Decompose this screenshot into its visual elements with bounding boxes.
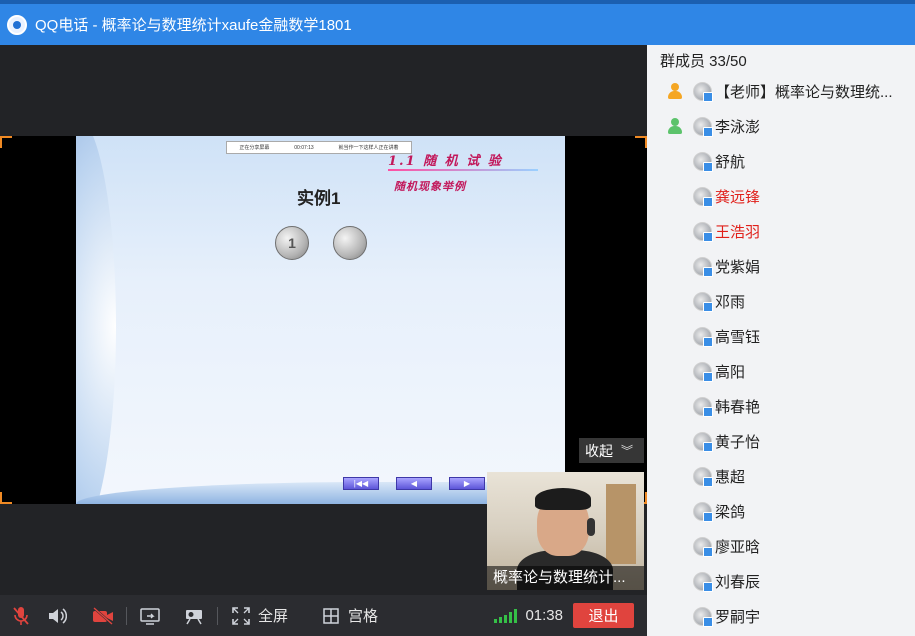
coin-heads-icon: 1	[275, 226, 309, 260]
member-sidebar: 群成员 33/50 【老师】概率论与数理统... 李泳澎舒航龚远锋王浩羽党紫娟邓雨…	[647, 45, 915, 636]
member-list[interactable]: 【老师】概率论与数理统... 李泳澎舒航龚远锋王浩羽党紫娟邓雨高雪钰高阳韩春艳黄子…	[647, 74, 915, 634]
member-item[interactable]: 高阳	[647, 354, 915, 389]
teacher-role-icon	[666, 82, 684, 100]
avatar	[693, 292, 713, 312]
member-item[interactable]: 李泳澎	[647, 109, 915, 144]
corner-marker	[0, 492, 12, 504]
avatar	[693, 222, 713, 242]
share-status-left: 正在分享屏幕	[239, 145, 270, 151]
main-stage: 正在分享屏幕 00:07:13 就当作一下这样人正在讲着 1.1 随 机 试 验…	[0, 45, 647, 595]
member-item[interactable]: 刘春辰	[647, 564, 915, 599]
slide-prev-button[interactable]: ◀	[396, 477, 432, 490]
slide-first-button[interactable]: |◀◀	[343, 477, 379, 490]
fullscreen-button[interactable]: 全屏	[258, 605, 288, 626]
double-chevron-down-icon: ︾	[621, 443, 634, 458]
share-status-time: 00:07:13	[294, 144, 314, 151]
corner-marker	[0, 136, 12, 148]
call-toolbar: 全屏 宫格 01:38 退出	[0, 595, 647, 636]
member-item[interactable]: 【老师】概率论与数理统...	[647, 74, 915, 109]
coin-tails-icon	[333, 226, 367, 260]
camera-off-icon[interactable]	[92, 605, 114, 627]
member-item[interactable]: 梁鸽	[647, 494, 915, 529]
fullscreen-icon[interactable]	[230, 605, 252, 627]
slide-heading-underline	[388, 169, 538, 171]
member-item[interactable]: 王浩羽	[647, 214, 915, 249]
toolbar-divider	[217, 606, 218, 625]
corner-marker	[635, 136, 647, 148]
signal-strength-icon	[494, 608, 518, 623]
avatar	[693, 537, 713, 557]
member-item[interactable]: 邓雨	[647, 284, 915, 319]
person-hair	[535, 488, 591, 510]
avatar	[693, 467, 713, 487]
exit-button[interactable]: 退出	[573, 603, 634, 628]
member-name: 李泳澎	[715, 119, 761, 136]
member-name: 邓雨	[715, 294, 746, 311]
slide-heading: 1.1 随 机 试 验	[388, 154, 503, 169]
member-name: 高阳	[715, 364, 746, 381]
member-item[interactable]: 惠超	[647, 459, 915, 494]
member-item[interactable]: 舒航	[647, 144, 915, 179]
member-name: 韩春艳	[715, 399, 761, 416]
slide-share-status: 正在分享屏幕 00:07:13 就当作一下这样人正在讲着	[226, 141, 412, 154]
avatar	[693, 327, 713, 347]
member-item[interactable]: 罗嗣宇	[647, 599, 915, 634]
avatar	[693, 257, 713, 277]
member-item[interactable]: 黄子怡	[647, 424, 915, 459]
member-role-icon	[666, 117, 684, 135]
collapse-button[interactable]: 收起 ︾	[579, 438, 644, 463]
member-name: 高雪钰	[715, 329, 761, 346]
screen-share-area[interactable]: 正在分享屏幕 00:07:13 就当作一下这样人正在讲着 1.1 随 机 试 验…	[0, 136, 647, 504]
participant-name: 概率论与数理统计...	[487, 566, 644, 590]
avatar	[693, 362, 713, 382]
slide-decoration	[76, 136, 116, 504]
avatar	[693, 82, 713, 102]
headset-icon	[587, 518, 595, 536]
avatar	[693, 397, 713, 417]
member-name: 舒航	[715, 154, 746, 171]
member-name: 黄子怡	[715, 434, 761, 451]
member-name: 廖亚晗	[715, 539, 761, 556]
avatar	[693, 117, 713, 137]
member-item[interactable]: 党紫娟	[647, 249, 915, 284]
shared-slide: 正在分享屏幕 00:07:13 就当作一下这样人正在讲着 1.1 随 机 试 验…	[76, 136, 565, 504]
avatar	[693, 187, 713, 207]
window-title: QQ电话 - 概率论与数理统计xaufe金融数学1801	[35, 17, 352, 34]
avatar	[693, 607, 713, 627]
member-name: 【老师】概率论与数理统...	[715, 84, 893, 101]
call-timer: 01:38	[525, 607, 563, 624]
slide-subheading: 随机现象举例	[394, 180, 466, 193]
member-name: 龚远锋	[715, 189, 761, 206]
member-item[interactable]: 韩春艳	[647, 389, 915, 424]
slide-next-button[interactable]: ▶	[449, 477, 485, 490]
member-name: 罗嗣宇	[715, 609, 761, 626]
member-item[interactable]: 高雪钰	[647, 319, 915, 354]
member-name: 梁鸽	[715, 504, 746, 521]
member-name: 王浩羽	[715, 224, 761, 241]
projector-icon[interactable]	[183, 605, 205, 627]
toolbar-divider	[126, 606, 127, 625]
qq-call-logo-icon	[7, 14, 27, 35]
slide-example-title: 实例1	[297, 189, 341, 208]
mic-muted-icon[interactable]	[10, 605, 32, 627]
grid-icon[interactable]	[320, 605, 342, 627]
speaker-icon[interactable]	[46, 605, 68, 627]
background-door	[606, 484, 636, 564]
title-bar: QQ电话 - 概率论与数理统计xaufe金融数学1801	[0, 0, 915, 45]
avatar	[693, 152, 713, 172]
member-name: 刘春辰	[715, 574, 761, 591]
avatar	[693, 432, 713, 452]
member-name: 党紫娟	[715, 259, 761, 276]
share-screen-icon[interactable]	[139, 605, 161, 627]
member-count: 群成员 33/50	[660, 53, 747, 70]
grid-view-button[interactable]: 宫格	[348, 605, 378, 626]
avatar	[693, 502, 713, 522]
member-item[interactable]: 廖亚晗	[647, 529, 915, 564]
member-item[interactable]: 龚远锋	[647, 179, 915, 214]
avatar	[693, 572, 713, 592]
participant-video-tile[interactable]: 概率论与数理统计...	[487, 472, 644, 590]
member-name: 惠超	[715, 469, 746, 486]
collapse-label: 收起	[585, 442, 613, 459]
